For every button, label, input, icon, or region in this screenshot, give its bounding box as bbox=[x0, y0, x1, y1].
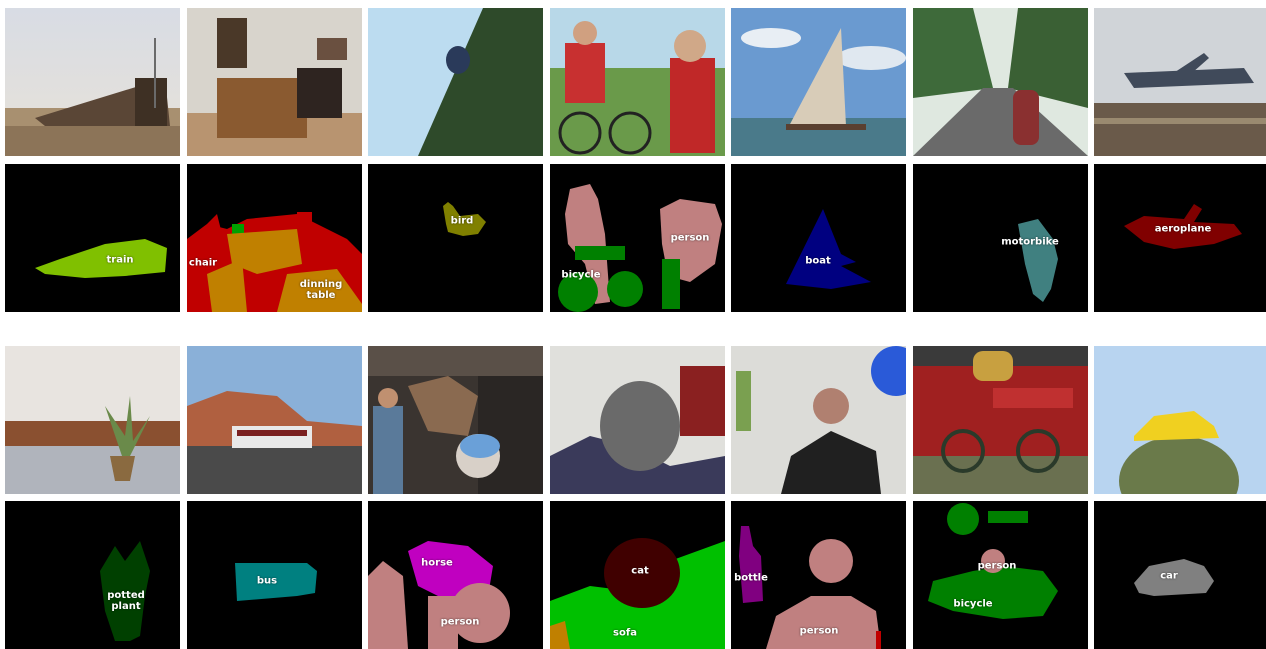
potted-plant-photo bbox=[5, 346, 180, 494]
bicycle-label: bicycle bbox=[561, 269, 601, 281]
bird-mask: bird bbox=[368, 164, 543, 312]
car-photo bbox=[1094, 346, 1266, 494]
aeroplane-photo bbox=[1094, 8, 1266, 156]
dining-room-photo bbox=[187, 8, 362, 156]
bus-photo bbox=[187, 346, 362, 494]
horse-mask: horse person bbox=[368, 501, 543, 649]
boat-mask: boat bbox=[731, 164, 906, 312]
bus-label: bus bbox=[256, 575, 278, 587]
aeroplane-label: aeroplane bbox=[1154, 223, 1212, 235]
train-mask: train bbox=[5, 164, 180, 312]
car-mask: car bbox=[1094, 501, 1266, 649]
person-label: person bbox=[799, 625, 839, 637]
person-label: person bbox=[670, 232, 710, 244]
train-label: train bbox=[106, 254, 134, 266]
cyclists-photo bbox=[550, 8, 725, 156]
bird-label: bird bbox=[450, 215, 474, 227]
dining-room-mask: chair dinning table bbox=[187, 164, 362, 312]
boat-photo bbox=[731, 8, 906, 156]
chair-label: chair bbox=[188, 257, 218, 269]
motorbike-label: motorbike bbox=[1001, 236, 1059, 248]
cat-photo bbox=[550, 346, 725, 494]
bicycle-sign-photo bbox=[913, 346, 1088, 494]
horse-photo bbox=[368, 346, 543, 494]
motorbike-mask: motorbike bbox=[913, 164, 1088, 312]
cyclists-mask: bicycle person bbox=[550, 164, 725, 312]
man-bottle-mask: bottle person bbox=[731, 501, 906, 649]
person-label: person bbox=[977, 560, 1017, 572]
train-photo bbox=[5, 8, 180, 156]
bicycle-label: bicycle bbox=[953, 598, 993, 610]
aeroplane-mask: aeroplane bbox=[1094, 164, 1266, 312]
bus-mask: bus bbox=[187, 501, 362, 649]
bottle-label: bottle bbox=[734, 572, 768, 584]
person-label: person bbox=[440, 616, 480, 628]
dinning-table-label: dinning table bbox=[299, 279, 343, 301]
cat-mask: cat sofa bbox=[550, 501, 725, 649]
man-bottle-photo bbox=[731, 346, 906, 494]
bird-photo bbox=[368, 8, 543, 156]
potted-plant-label: potted plant bbox=[107, 590, 145, 612]
cat-label: cat bbox=[631, 565, 649, 577]
bicycle-sign-mask: person bicycle bbox=[913, 501, 1088, 649]
sofa-label: sofa bbox=[613, 627, 637, 639]
potted-plant-mask: potted plant bbox=[5, 501, 180, 649]
motorbike-photo bbox=[913, 8, 1088, 156]
boat-label: boat bbox=[805, 255, 831, 267]
horse-label: horse bbox=[421, 557, 453, 569]
car-label: car bbox=[1160, 570, 1178, 582]
